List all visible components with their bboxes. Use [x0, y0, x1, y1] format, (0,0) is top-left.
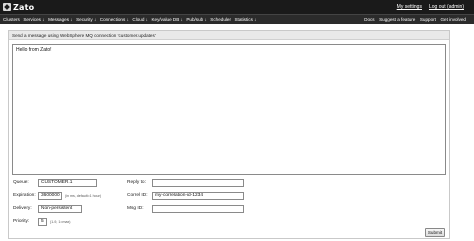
message-textarea[interactable]: Hello from Zato! — [12, 44, 446, 175]
menu-support[interactable]: Support — [420, 17, 436, 22]
menu-messages[interactable]: Messages ↓ — [48, 17, 73, 22]
priority-hint: (1-9, 1=max) — [50, 220, 71, 224]
main-menu-left: Clusters Services ↓ Messages ↓ Security … — [3, 17, 256, 22]
priority-input[interactable]: 5 — [38, 218, 47, 226]
msg-id-label: Msg ID: — [127, 206, 144, 211]
reply-to-input[interactable] — [152, 179, 244, 187]
correl-id-label: Correl ID: — [127, 193, 148, 198]
queue-input[interactable]: CUSTOMER.1 — [38, 179, 97, 187]
menu-connections[interactable]: Connections ↓ — [100, 17, 129, 22]
header-links: My settings Log out (admin) — [397, 4, 464, 10]
menu-scheduler[interactable]: Scheduler — [210, 17, 231, 22]
main-menu-right: Docs Suggest a feature Support Get invol… — [364, 17, 466, 22]
queue-label: Queue: — [13, 180, 29, 185]
menu-cloud[interactable]: Cloud ↓ — [132, 17, 148, 22]
priority-label: Priority: — [13, 219, 30, 224]
top-bar: Zato My settings Log out (admin) — [0, 0, 474, 14]
correl-id-input[interactable]: my-correlation-id-1234 — [152, 192, 244, 200]
main-menu: Clusters Services ↓ Messages ↓ Security … — [0, 14, 474, 24]
expiration-hint: (in ms, default=1 hour) — [65, 194, 102, 198]
delivery-select[interactable]: Non-persistent — [38, 205, 82, 213]
app-name: Zato — [13, 2, 35, 12]
panel-header: Send a message using WebSphere MQ connec… — [9, 31, 449, 40]
delivery-label: Delivery: — [13, 206, 32, 211]
log-out-link[interactable]: Log out (admin) — [429, 4, 464, 10]
menu-suggest-feature[interactable]: Suggest a feature — [379, 17, 415, 22]
send-message-panel: Send a message using WebSphere MQ connec… — [8, 30, 450, 239]
panel-title: Send a message using WebSphere MQ connec… — [12, 33, 156, 38]
my-settings-link[interactable]: My settings — [397, 4, 422, 10]
zato-logo-icon — [3, 3, 11, 11]
expiration-label: Expiration: — [13, 193, 36, 198]
menu-services[interactable]: Services ↓ — [23, 17, 44, 22]
menu-get-involved[interactable]: Get involved — [440, 17, 466, 22]
menu-docs[interactable]: Docs — [364, 17, 374, 22]
submit-button[interactable]: Submit — [425, 228, 445, 237]
menu-security[interactable]: Security ↓ — [76, 17, 96, 22]
msg-id-input[interactable] — [152, 205, 244, 213]
zato-logo[interactable]: Zato — [3, 2, 34, 12]
menu-pub-sub[interactable]: Pub/sub ↓ — [186, 17, 206, 22]
expiration-input[interactable]: 3600000 — [38, 192, 62, 200]
menu-statistics[interactable]: Statistics ↓ — [234, 17, 256, 22]
reply-to-label: Reply to: — [127, 180, 146, 185]
menu-clusters[interactable]: Clusters — [3, 17, 20, 22]
menu-key-value-db[interactable]: Key/value DB ↓ — [151, 17, 182, 22]
